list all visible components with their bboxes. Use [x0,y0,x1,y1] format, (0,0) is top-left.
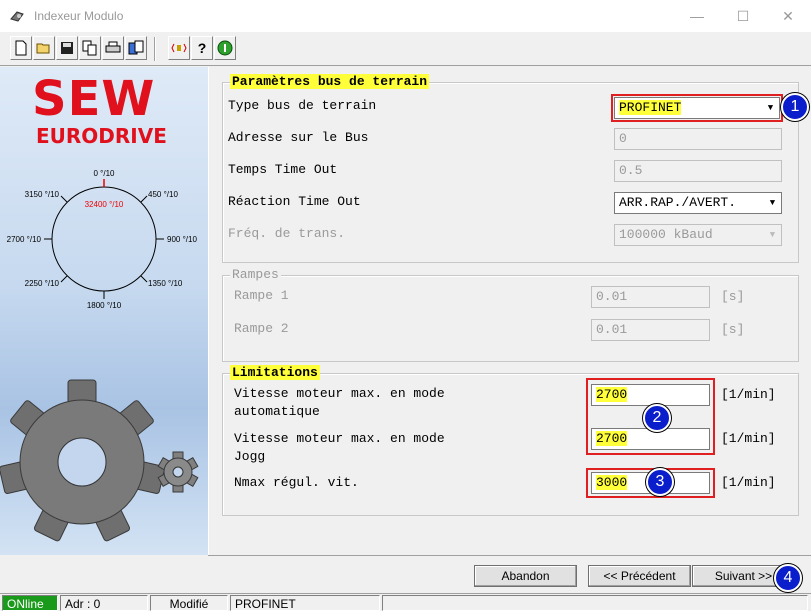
annotation-badge-2: 2 [643,404,671,432]
limitations-group-title: Limitations [230,365,320,380]
settings-panel: Paramètres bus de terrain Type bus de te… [208,67,811,555]
nmax-unit: [1/min] [721,475,776,490]
fieldbus-group-title: Paramètres bus de terrain [230,74,430,89]
bus-status: PROFINET [230,595,380,611]
dial-current-position: 32400 °/10 [85,200,124,209]
bus-address-label: Adresse sur le Bus [228,130,369,145]
title-bar: Indexeur Modulo — ☐ ✕ [0,0,811,32]
bus-address-field[interactable]: 0 [614,128,782,150]
annotation-badge-3: 3 [646,468,674,496]
save-icon[interactable] [56,36,78,60]
auto-speed-unit: [1/min] [721,387,776,402]
toolbar: ? [0,32,811,66]
large-gear-image [0,379,165,542]
dial-label-1350: 1350 °/10 [148,279,183,288]
close-button[interactable]: ✕ [765,0,811,32]
window-title: Indexeur Modulo [34,9,124,23]
export-icon[interactable] [125,36,147,60]
dial-label-0: 0 °/10 [94,169,116,178]
jogg-speed-label-line1: Vitesse moteur max. en mode [234,431,445,446]
dial-label-2250: 2250 °/10 [25,279,60,288]
small-gear-image [157,451,199,493]
modified-status: Modifié [150,595,228,611]
timeout-label: Temps Time Out [228,162,338,177]
baud-rate-select[interactable]: 100000 kBaud ▼ [614,224,782,246]
online-status: ONline [2,595,58,611]
abandon-button[interactable]: Abandon [474,565,577,587]
ramp2-label: Rampe 2 [234,321,289,336]
side-image-panel: SEW EURODRIVE 0 °/10 32400 °/10 450 °/10… [0,67,208,555]
address-status: Adr : 0 [60,595,148,611]
bus-type-label: Type bus de terrain [228,98,377,113]
toolbar-separator [154,37,156,61]
open-folder-icon[interactable] [33,36,55,60]
ramps-group-title: Rampes [230,267,281,282]
dial-label-1800: 1800 °/10 [87,301,122,310]
dial-label-900: 900 °/10 [167,235,197,244]
print-icon[interactable] [102,36,124,60]
jogg-speed-unit: [1/min] [721,431,776,446]
nmax-label: Nmax régul. vit. [234,475,359,490]
timeout-reaction-label: Réaction Time Out [228,194,361,209]
previous-button[interactable]: << Précédent [588,565,691,587]
jogg-speed-label-line2: Jogg [234,449,266,464]
info-icon[interactable] [214,36,236,60]
maximize-button[interactable]: ☐ [720,0,766,32]
help-icon[interactable]: ? [191,36,213,60]
app-icon [10,11,24,22]
status-empty-cell [382,595,808,611]
new-file-icon[interactable] [10,36,32,60]
annotation-box-1 [611,94,783,122]
status-bar: ONline Adr : 0 Modifié PROFINET [0,593,811,611]
position-dial: 0 °/10 32400 °/10 450 °/10 900 °/10 1350… [0,169,199,542]
chevron-down-icon: ▼ [769,198,776,208]
ramp2-field[interactable]: 0.01 [591,319,710,341]
dial-label-2700: 2700 °/10 [7,235,42,244]
annotation-badge-1: 1 [781,93,809,121]
auto-speed-label-line2: automatique [234,404,320,419]
ramp1-label: Rampe 1 [234,288,289,303]
chevron-down-icon: ▼ [769,230,776,240]
baud-rate-label: Fréq. de trans. [228,226,346,241]
dial-label-450: 450 °/10 [148,190,178,199]
ramp1-field[interactable]: 0.01 [591,286,710,308]
copy-icon[interactable] [79,36,101,60]
ramp1-unit: [s] [721,289,745,304]
wizard-button-bar: Abandon << Précédent Suivant >> 4 [208,555,811,593]
timeout-reaction-select[interactable]: ARR.RAP./AVERT. ▼ [614,192,782,214]
annotation-badge-4: 4 [774,564,802,592]
ramp2-unit: [s] [721,322,745,337]
dial-label-3150: 3150 °/10 [25,190,60,199]
timeout-field[interactable]: 0.5 [614,160,782,182]
minimize-button[interactable]: — [674,0,720,32]
ramps-group: Rampes [222,267,799,362]
auto-speed-label-line1: Vitesse moteur max. en mode [234,386,445,401]
sound-icon[interactable] [168,36,190,60]
